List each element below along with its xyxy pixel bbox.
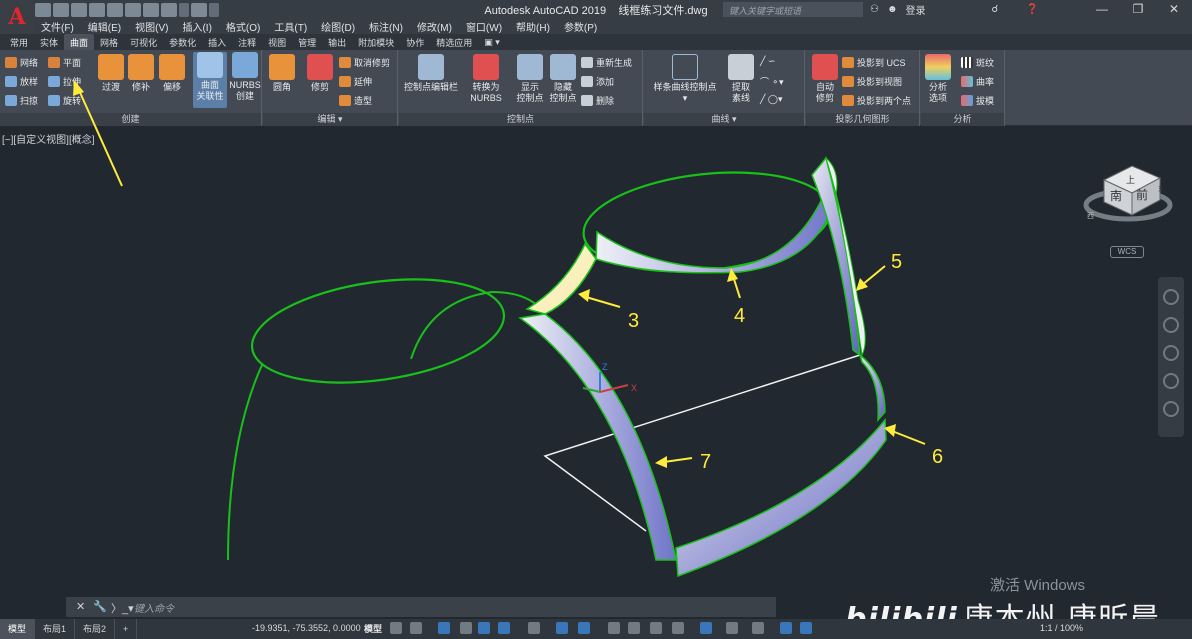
left-ellipse[interactable] <box>245 265 510 397</box>
navigation-bar <box>1158 277 1184 437</box>
selection-cycling-icon[interactable] <box>650 622 662 634</box>
command-line: ✕ 🔧 〉_▾ 键入命令 <box>66 597 776 617</box>
annotation-label-4: 4 <box>734 305 745 327</box>
selection-filter-icon[interactable] <box>726 622 738 634</box>
viewcube-west[interactable]: 西 <box>1087 212 1094 220</box>
zoom-icon[interactable] <box>1163 345 1179 361</box>
viewcube-top-face[interactable]: 上 <box>1126 175 1135 185</box>
steering-wheel-icon[interactable] <box>1163 289 1179 305</box>
annotation-arrowhead-7 <box>655 456 667 468</box>
annotation-visibility-icon[interactable] <box>780 622 792 634</box>
annotation-scale[interactable]: 1:1 / 100% <box>1040 623 1083 633</box>
surface-6[interactable] <box>858 352 886 423</box>
viewcube-south-face[interactable]: 南 <box>1110 188 1122 203</box>
annotation-arrow-7 <box>663 457 693 463</box>
lineweight-icon[interactable] <box>608 622 620 634</box>
surface-4[interactable] <box>595 177 837 274</box>
ucs-x-label: X <box>631 383 637 393</box>
annotation-arrow-6 <box>891 430 926 445</box>
customize-icon[interactable]: 🔧 <box>93 600 107 613</box>
grid-icon[interactable] <box>390 622 402 634</box>
activate-windows-watermark: 激活 Windows <box>990 577 1086 594</box>
surface-7[interactable] <box>518 313 677 561</box>
ucs-z-label: Z <box>602 362 608 372</box>
viewport-controls-label[interactable]: [−][自定义视图][概念] <box>2 131 95 146</box>
cursor-coordinates[interactable]: -19.9351, -75.3552, 0.0000 <box>252 623 361 633</box>
command-prompt-icon[interactable]: 〉_▾ <box>111 600 134 616</box>
close-command-icon[interactable]: ✕ <box>76 600 85 613</box>
left-vertical-curve[interactable] <box>227 364 263 561</box>
annotation-arrowhead-ribbon <box>73 80 84 96</box>
dynamic-ucs-icon[interactable] <box>700 622 712 634</box>
annotation-label-6: 6 <box>932 446 943 468</box>
annotation-label-3: 3 <box>628 310 639 332</box>
annotation-arrowhead-3 <box>578 289 590 302</box>
annotation-label-5: 5 <box>891 251 902 273</box>
tab-model[interactable]: 模型 <box>0 619 36 639</box>
tab-layout2[interactable]: 布局2 <box>75 619 116 639</box>
annotation-arrowhead-5 <box>856 278 868 291</box>
viewcube[interactable]: 南 前 上 东 西 <box>1083 165 1173 222</box>
viewcube-front-face[interactable]: 前 <box>1136 187 1148 202</box>
wcs-menu[interactable]: WCS <box>1110 246 1144 258</box>
tab-layout1[interactable]: 布局1 <box>35 619 76 639</box>
viewcube-east[interactable]: 东 <box>1158 184 1165 193</box>
object-snap-icon[interactable] <box>578 622 590 634</box>
object-snap-tracking-icon[interactable] <box>556 622 568 634</box>
auto-scale-icon[interactable] <box>800 622 812 634</box>
polar-icon[interactable] <box>498 622 510 634</box>
transparency-icon[interactable] <box>628 622 640 634</box>
gizmo-icon[interactable] <box>752 622 764 634</box>
model-space-button[interactable]: 模型 <box>364 622 382 635</box>
model-scene[interactable]: Z X 3 4 5 6 7 南 前 上 东 西 <box>0 0 1192 639</box>
pan-icon[interactable] <box>1163 317 1179 333</box>
bottom-band[interactable] <box>675 418 887 578</box>
isometric-icon[interactable] <box>528 622 540 634</box>
orbit-icon[interactable] <box>1163 373 1179 389</box>
snap-icon[interactable] <box>410 622 422 634</box>
ortho-icon[interactable] <box>478 622 490 634</box>
add-layout-icon[interactable]: + <box>115 619 138 639</box>
status-bar: 模型 布局1 布局2 + <box>0 619 1192 639</box>
annotation-label-7: 7 <box>700 451 711 473</box>
annotation-arrow-3 <box>585 296 621 308</box>
surface-3[interactable] <box>525 242 597 315</box>
command-input[interactable]: 键入命令 <box>134 600 174 615</box>
dynamic-input-icon[interactable] <box>460 622 472 634</box>
infer-constraints-icon[interactable] <box>438 622 450 634</box>
annotation-arrow-5 <box>861 265 886 286</box>
3d-osnap-icon[interactable] <box>672 622 684 634</box>
showmotion-icon[interactable] <box>1163 401 1179 417</box>
